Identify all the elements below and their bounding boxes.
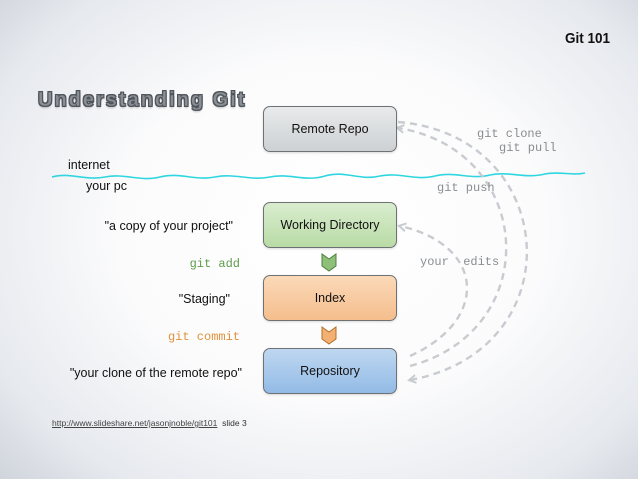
footer-citation: http://www.slideshare.net/jasonjnoble/gi… [52,418,247,428]
page-title: Understanding Git [38,89,247,111]
working-directory-label: Working Directory [280,218,380,232]
edits-arrow [400,226,469,358]
your-pc-label: your pc [86,179,127,193]
git-push-command: git push [437,181,495,195]
git-add-command: git add [189,257,240,271]
repository-label: Repository [300,364,360,378]
push-arrow [398,128,508,368]
internet-boundary-line [51,172,586,180]
index-description: "Staging" [178,292,230,306]
internet-label: internet [68,158,110,172]
git-pull-command: git pull [499,141,557,155]
index-box: Index [263,275,397,321]
remote-repo-label: Remote Repo [291,122,369,136]
git-clone-command: git clone [477,127,542,141]
git-commit-command: git commit [167,330,240,344]
working-directory-description: "a copy of your project" [104,219,233,233]
slide-title-badge: Git 101 [564,30,610,47]
remote-repo-box: Remote Repo [263,106,397,152]
your-edits-label: your edits [420,255,500,269]
source-link[interactable]: http://www.slideshare.net/jasonjnoble/gi… [52,418,217,428]
slide-number: slide 3 [222,418,247,428]
commit-chevron-icon [321,326,337,345]
add-chevron-icon [321,253,337,272]
repository-box: Repository [263,348,397,394]
repository-description: "your clone of the remote repo" [69,366,242,380]
clone-pull-arrow [397,120,528,380]
index-label: Index [314,291,346,305]
working-directory-box: Working Directory [263,202,397,248]
